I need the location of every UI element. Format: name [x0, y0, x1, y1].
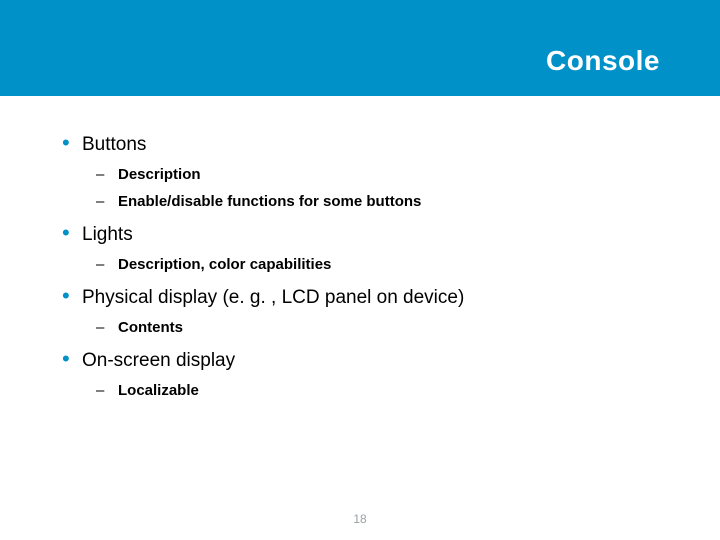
bullet-l1: Buttons [62, 134, 658, 156]
page-number: 18 [0, 512, 720, 526]
bullet-l2: Description [96, 166, 658, 183]
slide-body: Buttons Description Enable/disable funct… [0, 96, 720, 399]
bullet-l2: Enable/disable functions for some button… [96, 193, 658, 210]
bullet-l1: On-screen display [62, 350, 658, 372]
bullet-l2: Localizable [96, 382, 658, 399]
bullet-l1: Lights [62, 224, 658, 246]
slide-header: Console [0, 0, 720, 96]
slide-title: Console [546, 19, 660, 77]
bullet-l2: Contents [96, 319, 658, 336]
bullet-l2: Description, color capabilities [96, 256, 658, 273]
slide: Console Buttons Description Enable/disab… [0, 0, 720, 540]
bullet-l1: Physical display (e. g. , LCD panel on d… [62, 287, 658, 309]
